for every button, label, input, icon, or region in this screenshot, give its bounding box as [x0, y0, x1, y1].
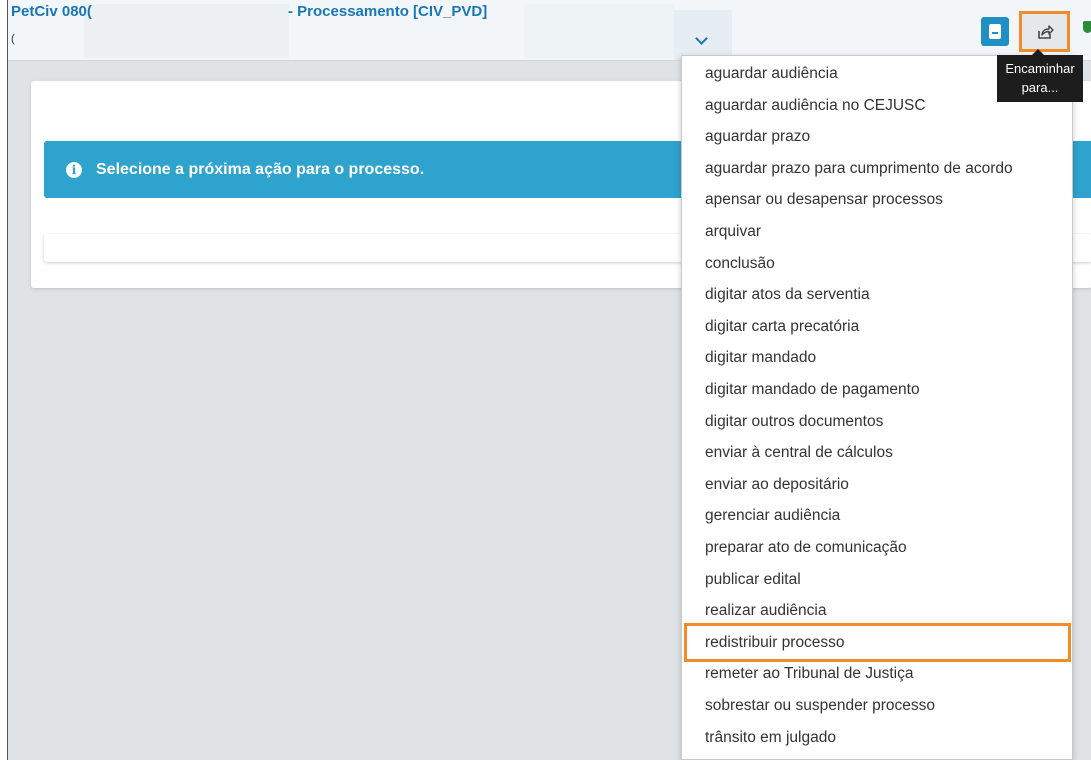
menu-item[interactable]: enviar ao depositário — [682, 469, 1072, 500]
documents-button[interactable] — [981, 17, 1009, 46]
menu-item[interactable]: digitar outros documentos — [682, 406, 1072, 437]
menu-item[interactable]: digitar mandado de pagamento — [682, 374, 1072, 405]
shield-icon[interactable] — [1083, 21, 1091, 33]
menu-item[interactable]: aguardar prazo — [682, 121, 1072, 152]
forward-tooltip: Encaminhar para... — [997, 49, 1083, 102]
menu-item[interactable]: apensar ou desapensar processos — [682, 184, 1072, 215]
menu-item[interactable]: remeter ao Tribunal de Justiça — [682, 658, 1072, 689]
task-header: PetCiv 080( - Processamento [CIV_PVD] ( — [8, 0, 1091, 61]
menu-item[interactable]: aguardar prazo para cumprimento de acord… — [682, 153, 1072, 184]
menu-item[interactable]: digitar mandado — [682, 342, 1072, 373]
menu-item[interactable]: sobrestar ou suspender processo — [682, 690, 1072, 721]
actions-dropdown-menu: aguardar audiência aguardar audiência no … — [681, 55, 1073, 760]
share-forward-icon — [1038, 25, 1054, 39]
menu-item[interactable]: trânsito em julgado — [682, 722, 1072, 753]
info-circle-icon: i — [66, 162, 82, 178]
actions-dropdown-toggle[interactable] — [674, 10, 732, 60]
tooltip-line: para... — [1021, 80, 1059, 95]
tooltip-line: Encaminhar — [1005, 61, 1075, 76]
menu-item[interactable]: preparar ato de comunicação — [682, 532, 1072, 563]
menu-item[interactable]: publicar edital — [682, 564, 1072, 595]
menu-item[interactable]: conclusão — [682, 248, 1072, 279]
menu-item[interactable]: digitar carta precatória — [682, 311, 1072, 342]
task-title: - Processamento [CIV_PVD] — [288, 3, 488, 20]
redacted-area — [524, 4, 674, 58]
document-icon — [989, 24, 1001, 39]
task-subtitle: ( — [11, 33, 15, 45]
app-frame: PetCiv 080( - Processamento [CIV_PVD] ( … — [7, 0, 1091, 760]
redacted-area — [84, 4, 289, 58]
menu-item[interactable]: gerenciar audiência — [682, 500, 1072, 531]
process-number: PetCiv 080( — [11, 3, 92, 20]
menu-item[interactable]: enviar à central de cálculos — [682, 437, 1072, 468]
menu-item[interactable]: realizar audiência — [682, 595, 1072, 626]
chevron-down-icon — [695, 32, 708, 45]
menu-item[interactable]: digitar atos da serventia — [682, 279, 1072, 310]
forward-button[interactable] — [1019, 11, 1070, 52]
menu-item[interactable]: arquivar — [682, 216, 1072, 247]
alert-message: Selecione a próxima ação para o processo… — [96, 161, 425, 178]
highlight-box — [684, 622, 1071, 662]
